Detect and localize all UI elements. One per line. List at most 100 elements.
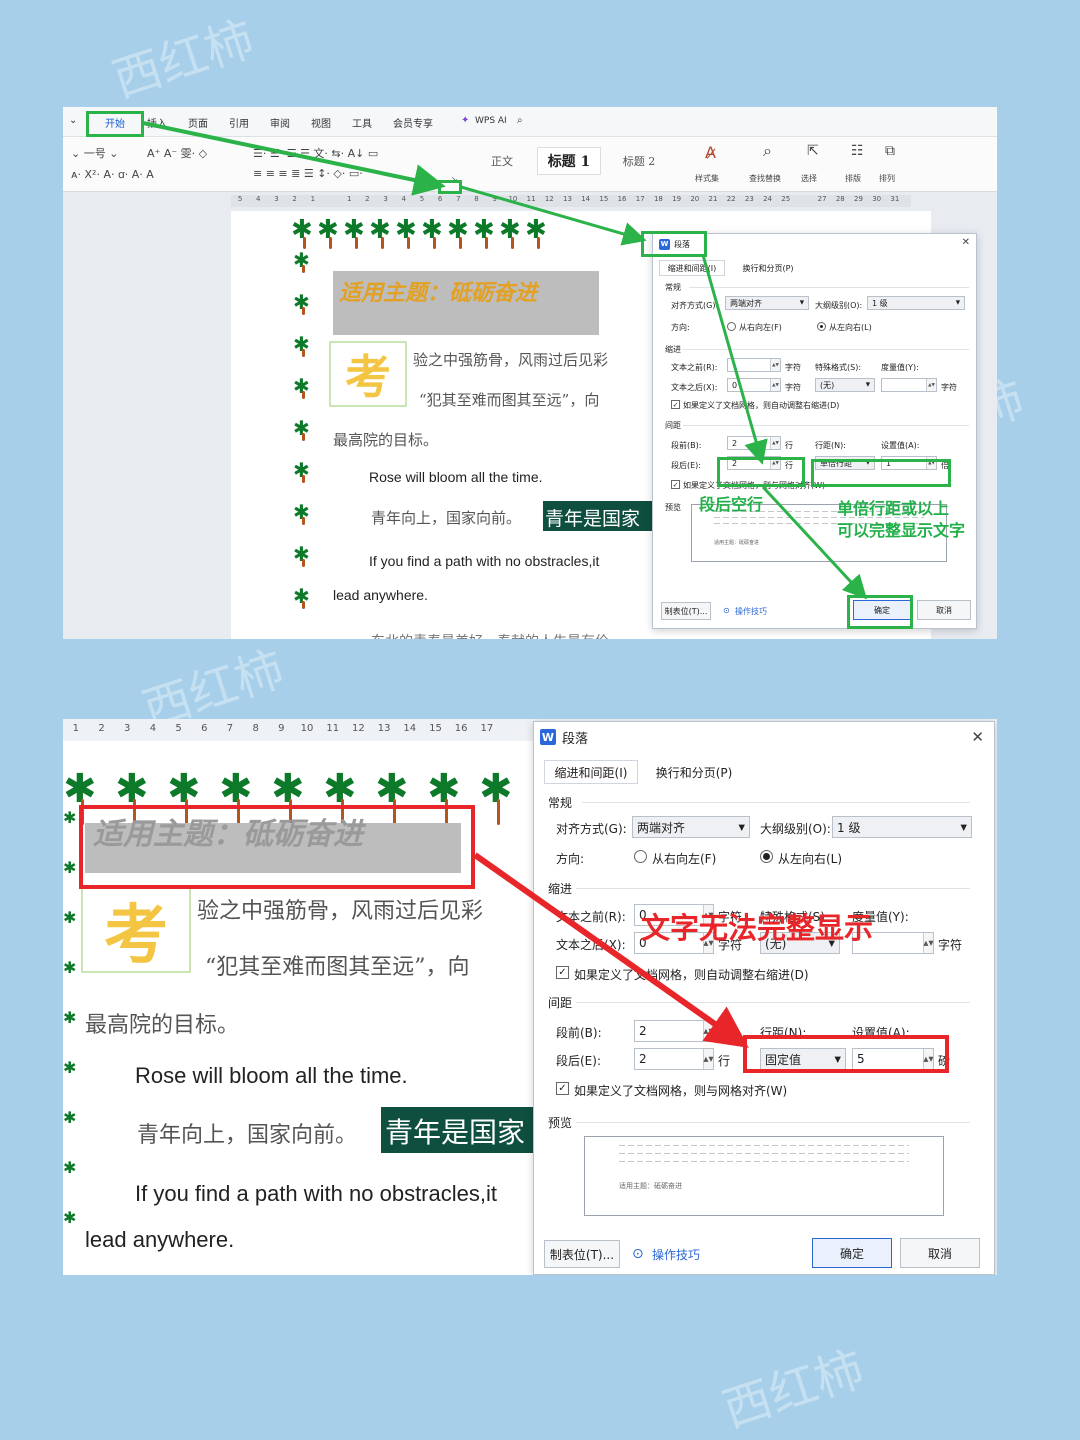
cancel-button[interactable]: 取消 — [900, 1238, 980, 1268]
snap-grid-label[interactable]: 如果定义了文档网格，则与网格对齐(W) — [574, 1082, 787, 1099]
before-input[interactable]: 2 ▲▼ — [727, 436, 781, 450]
font-size-dropdown[interactable]: ⌄ 一号 ⌄ — [71, 145, 118, 161]
spinner-icon[interactable]: ▲▼ — [770, 437, 780, 449]
ltr-radio[interactable] — [760, 850, 773, 863]
spinner-icon[interactable]: ▲▼ — [703, 1021, 713, 1041]
spinner-icon[interactable]: ▲▼ — [923, 933, 933, 953]
rtl-radio[interactable] — [727, 322, 736, 331]
rtl-radio[interactable] — [634, 850, 647, 863]
after-text-unit[interactable]: 字符 — [785, 382, 801, 393]
tab-line-page[interactable]: 换行和分页(P) — [646, 760, 742, 784]
tab-wps-ai[interactable]: WPS AI — [475, 116, 507, 126]
after-input[interactable]: 2 ▲▼ — [634, 1048, 714, 1070]
after-input[interactable]: 2 ▲▼ — [727, 456, 781, 470]
auto-indent-label[interactable]: 如果定义了文档网格，则自动调整右缩进(D) — [683, 400, 839, 411]
close-icon[interactable]: ✕ — [971, 728, 984, 746]
tab-view[interactable]: 视图 — [311, 115, 331, 130]
font-format-icons[interactable]: ᴀ· X²· A· ꭤ· A· A — [71, 167, 154, 182]
align-select[interactable]: 两端对齐 ▼ — [725, 296, 809, 310]
before-text-input[interactable]: ▲▼ — [727, 358, 781, 372]
paragraph-icons[interactable]: ☰· ☰· ☰ ☰ 文· ⇆· A↓ ▭ — [253, 145, 378, 161]
collapse-icon[interactable]: ⌄ — [69, 115, 77, 126]
measure-input[interactable]: ▲▼ — [881, 378, 937, 392]
outline-select[interactable]: 1 级 ▼ — [832, 816, 972, 838]
before-unit[interactable]: 行 — [785, 440, 793, 451]
snap-grid-checkbox[interactable]: ✓ — [556, 1082, 569, 1095]
spinner-icon[interactable]: ▲▼ — [926, 457, 936, 469]
style-heading1[interactable]: 标题 1 — [537, 147, 601, 175]
before-unit[interactable]: 行 — [718, 1024, 730, 1041]
paragraph-launcher-icon[interactable]: ↘ — [451, 175, 458, 184]
setting-input[interactable]: 1 ▲▼ — [881, 456, 937, 470]
tab-tools[interactable]: 工具 — [352, 115, 372, 130]
special-select[interactable]: (无) ▼ — [815, 378, 875, 392]
tab-reference[interactable]: 引用 — [229, 115, 249, 130]
before-input[interactable]: 2 ▲▼ — [634, 1020, 714, 1042]
snap-grid-checkbox[interactable]: ✓ — [671, 480, 680, 489]
select-icon[interactable]: ⇱ — [807, 143, 819, 159]
setting-unit[interactable]: 倍 — [941, 460, 949, 471]
auto-indent-checkbox[interactable]: ✓ — [556, 966, 569, 979]
tab-indent-spacing[interactable]: 缩进和间距(I) — [659, 260, 725, 276]
ltr-radio[interactable] — [817, 322, 826, 331]
ok-button[interactable]: 确定 — [812, 1238, 892, 1268]
tab-member[interactable]: 会员专享 — [393, 115, 433, 130]
tab-indent-spacing[interactable]: 缩进和间距(I) — [544, 760, 638, 784]
line-spacing-select[interactable]: 单倍行距 ▼ — [815, 456, 875, 470]
ltr-label[interactable]: 从左向右(L) — [778, 850, 842, 867]
horizontal-ruler[interactable]: 1 2 3 4 5 6 7 8 9 10 11 12 13 14 15 16 17 — [63, 723, 533, 739]
arrange-icon[interactable]: ⧉ — [885, 143, 895, 159]
spinner-icon[interactable]: ▲▼ — [770, 359, 780, 371]
tabs-button[interactable]: 制表位(T)... — [661, 602, 711, 620]
setting-unit[interactable]: 磅 — [938, 1052, 950, 1069]
style-set-label[interactable]: 样式集 — [695, 173, 719, 184]
measure-unit[interactable]: 字符 — [941, 382, 957, 393]
tips-link[interactable]: 操作技巧 — [735, 606, 767, 617]
search-icon[interactable]: ⌕ — [517, 115, 523, 126]
tips-link[interactable]: 操作技巧 — [652, 1246, 700, 1263]
align-icons[interactable]: ≡ ≡ ≡ ≣ ☰ ↕· ◇· ▭· — [253, 167, 363, 180]
tab-line-page[interactable]: 换行和分页(P) — [733, 260, 803, 276]
auto-indent-label[interactable]: 如果定义了文档网格，则自动调整右缩进(D) — [574, 966, 809, 983]
tabs-button[interactable]: 制表位(T)... — [544, 1240, 620, 1268]
after-unit[interactable]: 行 — [785, 460, 793, 471]
wps-ai-icon[interactable]: ✦ — [461, 115, 469, 126]
ltr-label[interactable]: 从左向右(L) — [829, 322, 872, 333]
spinner-icon[interactable]: ▲▼ — [770, 379, 780, 391]
rtl-label[interactable]: 从右向左(F) — [739, 322, 782, 333]
tab-insert[interactable]: 插入 — [147, 115, 167, 130]
line-spacing-select[interactable]: 固定值 ▼ — [760, 1048, 846, 1070]
align-select[interactable]: 两端对齐 ▼ — [632, 816, 750, 838]
tips-icon[interactable]: ⊙ — [632, 1246, 644, 1262]
layout-icon[interactable]: ☷ — [851, 143, 864, 159]
snap-grid-label[interactable]: 如果定义了文档网格，则与网格对齐(W) — [683, 480, 825, 491]
tips-icon[interactable]: ⊙ — [723, 606, 730, 615]
after-text-input[interactable]: 0 ▲▼ — [727, 378, 781, 392]
style-heading2[interactable]: 标题 2 — [611, 147, 667, 175]
font-grow-icon[interactable]: A⁺ A⁻ 雯· ◇ — [147, 145, 207, 161]
layout-label[interactable]: 排版 — [845, 173, 861, 184]
tab-review[interactable]: 审阅 — [270, 115, 290, 130]
arrange-label[interactable]: 排列 — [879, 173, 895, 184]
outline-select[interactable]: 1 级 ▼ — [867, 296, 965, 310]
horizontal-ruler[interactable]: 5 4 3 2 1 1 2 3 4 5 6 7 8 9 10 11 12 13 14 15 16 17 18 19 20 21 22… — [231, 195, 911, 207]
tab-page[interactable]: 页面 — [188, 115, 208, 130]
rtl-label[interactable]: 从右向左(F) — [652, 850, 716, 867]
measure-unit[interactable]: 字符 — [938, 936, 962, 953]
close-icon[interactable]: ✕ — [962, 237, 970, 248]
find-replace-icon[interactable]: ⌕ — [763, 141, 772, 161]
find-replace-label[interactable]: 查找替换 — [749, 173, 781, 184]
style-set-icon[interactable]: A̷ — [705, 143, 716, 162]
spinner-icon[interactable]: ▲▼ — [770, 457, 780, 469]
spinner-icon[interactable]: ▲▼ — [923, 1049, 933, 1069]
cancel-button[interactable]: 取消 — [917, 600, 971, 620]
spinner-icon[interactable]: ▲▼ — [703, 1049, 713, 1069]
style-normal[interactable]: 正文 — [477, 147, 527, 175]
before-text-unit[interactable]: 字符 — [785, 362, 801, 373]
ok-button[interactable]: 确定 — [853, 600, 911, 620]
setting-input[interactable]: 5 ▲▼ — [852, 1048, 934, 1070]
after-unit[interactable]: 行 — [718, 1052, 730, 1069]
auto-indent-checkbox[interactable]: ✓ — [671, 400, 680, 409]
select-label[interactable]: 选择 — [801, 173, 817, 184]
spinner-icon[interactable]: ▲▼ — [926, 379, 936, 391]
